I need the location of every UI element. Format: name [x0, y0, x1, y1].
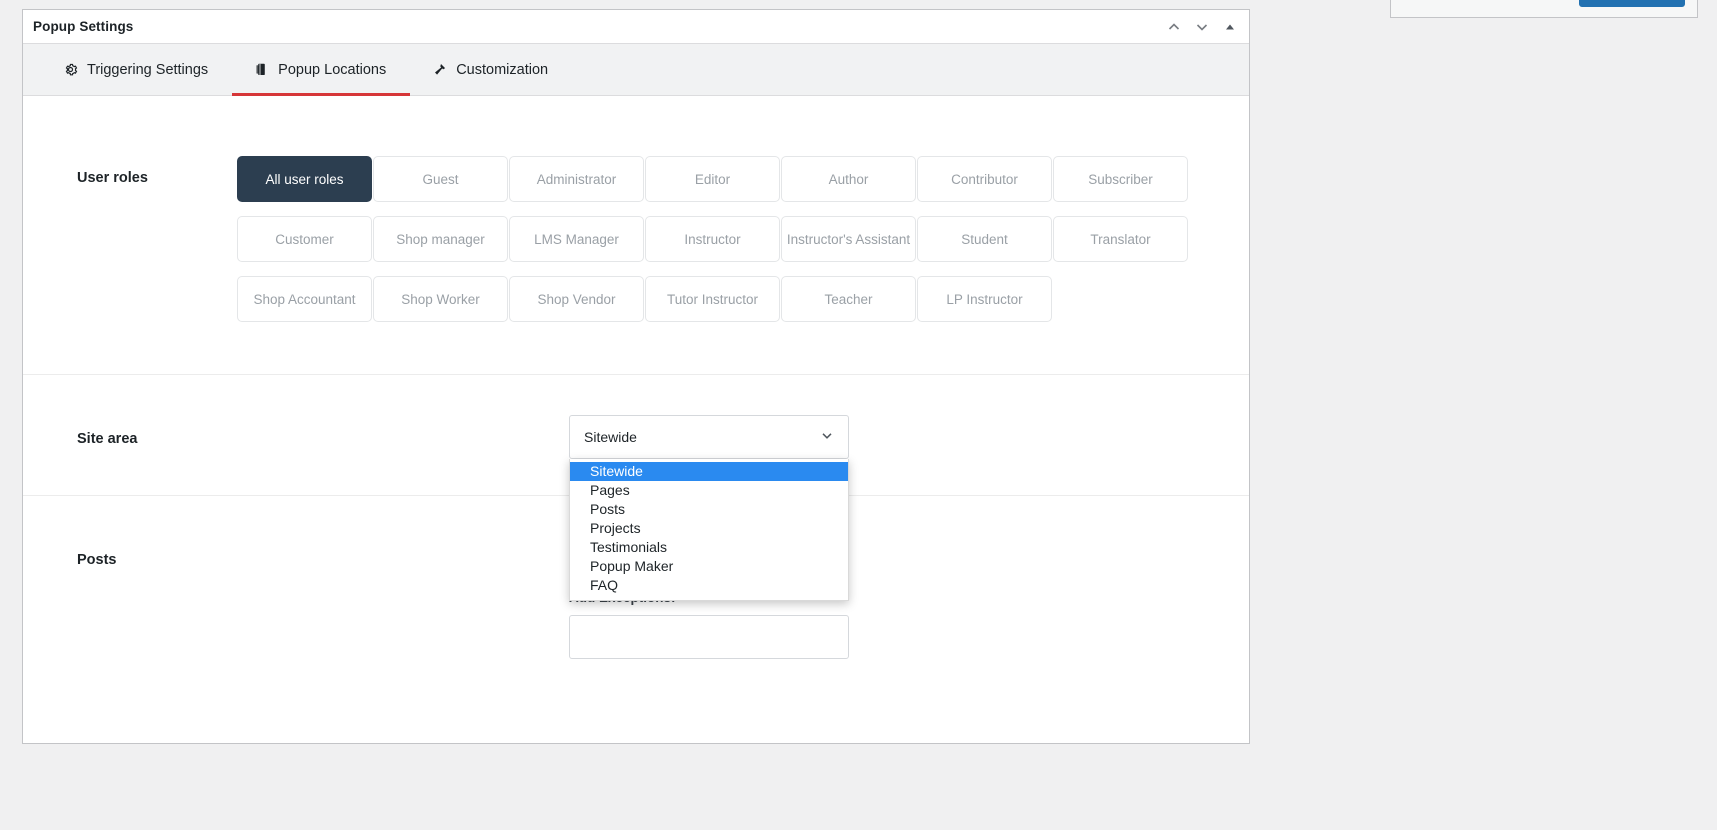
role-chip[interactable]: Shop Vendor: [509, 276, 644, 322]
role-chip[interactable]: Customer: [237, 216, 372, 262]
role-chip[interactable]: Student: [917, 216, 1052, 262]
site-area-option[interactable]: Testimonials: [570, 538, 848, 557]
add-exceptions-input[interactable]: [569, 615, 849, 659]
metabox-header-controls: [1161, 10, 1243, 44]
role-chip[interactable]: Teacher: [781, 276, 916, 322]
tab-label: Customization: [456, 62, 548, 78]
site-area-option[interactable]: Pages: [570, 481, 848, 500]
role-chip[interactable]: Administrator: [509, 156, 644, 202]
site-area-label: Site area: [53, 415, 217, 459]
move-up-button[interactable]: [1161, 14, 1187, 40]
move-down-button[interactable]: [1189, 14, 1215, 40]
role-chip[interactable]: LP Instructor: [917, 276, 1052, 322]
chevron-down-icon: [819, 428, 835, 447]
role-chip[interactable]: Guest: [373, 156, 508, 202]
tab-popup-locations[interactable]: Popup Locations: [232, 44, 410, 96]
role-chip[interactable]: Shop Accountant: [237, 276, 372, 322]
popup-settings-metabox: Popup Settings: [22, 9, 1250, 744]
site-area-select[interactable]: Sitewide: [569, 415, 849, 459]
role-chip[interactable]: Contributor: [917, 156, 1052, 202]
user-roles-grid: All user rolesGuestAdministratorEditorAu…: [237, 156, 1219, 322]
posts-label: Posts: [53, 530, 217, 659]
site-area-dropdown-menu[interactable]: SitewidePagesPostsProjectsTestimonialsPo…: [569, 459, 849, 601]
site-area-option[interactable]: Popup Maker: [570, 557, 848, 576]
site-area-option[interactable]: Projects: [570, 519, 848, 538]
chevron-down-icon: [1194, 19, 1210, 35]
role-chip[interactable]: LMS Manager: [509, 216, 644, 262]
site-area-option[interactable]: FAQ: [570, 576, 848, 595]
settings-body: User roles All user rolesGuestAdministra…: [23, 96, 1249, 743]
tab-label: Popup Locations: [278, 62, 386, 78]
site-area-section: Site area Sitewide SitewidePagesPostsPro…: [23, 375, 1249, 496]
publish-panel: Publish: [1390, 0, 1698, 18]
tab-triggering-settings[interactable]: Triggering Settings: [41, 44, 232, 96]
publish-button[interactable]: Publish: [1579, 0, 1685, 7]
role-chip[interactable]: Translator: [1053, 216, 1188, 262]
triangle-up-icon: [1223, 20, 1237, 34]
role-chip[interactable]: All user roles: [237, 156, 372, 202]
role-chip[interactable]: Editor: [645, 156, 780, 202]
role-chip[interactable]: Subscriber: [1053, 156, 1188, 202]
user-roles-section: User roles All user rolesGuestAdministra…: [23, 96, 1249, 375]
role-chip[interactable]: Instructor: [645, 216, 780, 262]
role-chip[interactable]: Tutor Instructor: [645, 276, 780, 322]
role-chip[interactable]: Shop Worker: [373, 276, 508, 322]
chevron-up-icon: [1166, 19, 1182, 35]
metabox-title: Popup Settings: [33, 19, 133, 34]
settings-tab-bar: Triggering Settings Popup Locations: [23, 44, 1249, 96]
site-area-option[interactable]: Posts: [570, 500, 848, 519]
role-chip[interactable]: Author: [781, 156, 916, 202]
toggle-panel-button[interactable]: [1217, 14, 1243, 40]
role-chip[interactable]: Instructor's Assistant: [781, 216, 916, 262]
role-chip[interactable]: Shop manager: [373, 216, 508, 262]
tab-customization[interactable]: Customization: [410, 44, 572, 96]
site-area-option[interactable]: Sitewide: [570, 462, 848, 481]
gear-icon: [63, 62, 78, 77]
hammer-icon: [432, 62, 447, 77]
tab-label: Triggering Settings: [87, 62, 208, 78]
user-roles-label: User roles: [53, 156, 217, 322]
metabox-header: Popup Settings: [23, 10, 1249, 44]
book-icon: [254, 62, 269, 77]
site-area-selected-value: Sitewide: [584, 429, 637, 445]
